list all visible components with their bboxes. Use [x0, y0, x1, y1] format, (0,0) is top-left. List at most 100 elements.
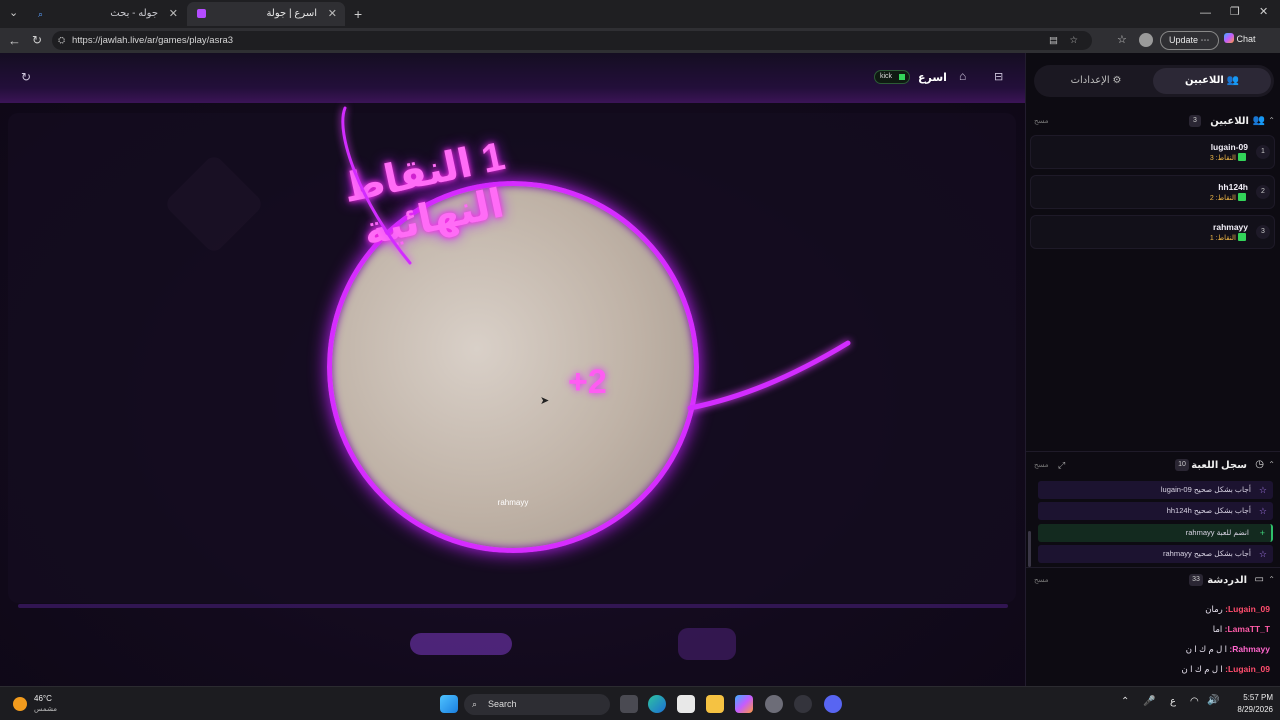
- taskbar-search[interactable]: ⌕ Search: [464, 694, 610, 715]
- background-button: [410, 633, 512, 655]
- collapse-panel-icon[interactable]: ⊟: [994, 70, 1003, 83]
- site-info-icon[interactable]: ⛭: [58, 31, 65, 50]
- background-button: [678, 628, 736, 660]
- settings-gear-icon[interactable]: [765, 695, 783, 713]
- address-bar: ← ↻ ⛭ https://jawlah.live/ar/games/play/…: [0, 28, 1280, 53]
- site-favicon-icon: [197, 9, 206, 18]
- sliders-icon: ⚙: [1112, 75, 1122, 86]
- chevron-up-icon[interactable]: ⌃: [1268, 460, 1275, 469]
- chat-bubble-icon: ▭: [1254, 574, 1264, 585]
- url-field[interactable]: ⛭ https://jawlah.live/ar/games/play/asra…: [52, 31, 1092, 50]
- update-button[interactable]: Update ⋯: [1160, 31, 1219, 50]
- chat-message: Rahmayy: ا ل م ك ا ن: [1186, 644, 1270, 655]
- kick-icon: [1238, 193, 1246, 201]
- player-card[interactable]: 3 rahmayy النقاط: 1: [1030, 215, 1275, 249]
- store-icon[interactable]: [677, 695, 695, 713]
- copilot-icon: [1224, 33, 1234, 43]
- player-rank: 3: [1256, 225, 1270, 239]
- chat-section-header: مسح ⌃ ▭ الدردشة 33: [1026, 572, 1280, 592]
- kick-icon: [899, 74, 905, 80]
- favorite-star-icon[interactable]: ☆: [1069, 31, 1078, 50]
- close-window-icon[interactable]: ✕: [1259, 7, 1268, 18]
- player-points: النقاط: 3: [1209, 155, 1236, 162]
- clear-players-button[interactable]: مسح: [1034, 117, 1049, 125]
- back-icon[interactable]: ←: [8, 34, 21, 47]
- clear-log-button[interactable]: مسح: [1034, 461, 1049, 469]
- file-explorer-icon[interactable]: [706, 695, 724, 713]
- tab-players[interactable]: اللاعبين 👥: [1153, 68, 1271, 94]
- star-icon: ☆: [1258, 549, 1267, 559]
- search-tab-icon: ⌕: [38, 9, 44, 19]
- weather-desc: مشمس: [34, 706, 57, 713]
- new-tab-icon[interactable]: +: [354, 7, 362, 21]
- player-points: النقاط: 1: [1209, 235, 1236, 242]
- chat-button[interactable]: Chat: [1216, 31, 1264, 50]
- chat-username: Rahmayy:: [1229, 644, 1270, 654]
- player-card[interactable]: 1 lugain-09 النقاط: 3: [1030, 135, 1275, 169]
- divider: [1026, 567, 1280, 568]
- expand-icon[interactable]: ⤢: [1058, 460, 1065, 471]
- tab-settings-label: الإعدادات: [1070, 75, 1110, 86]
- edge-browser-icon[interactable]: [648, 695, 666, 713]
- chat-message: Lugain_09: ا ل م ك ا ن: [1182, 664, 1270, 675]
- scrollbar[interactable]: [1028, 531, 1031, 567]
- refresh-icon[interactable]: ↻: [21, 70, 31, 84]
- reload-icon[interactable]: ↻: [32, 34, 42, 46]
- chat-username: Lugain_09:: [1225, 604, 1270, 614]
- mouse-cursor-icon: ➤: [540, 395, 550, 407]
- volume-icon[interactable]: 🔊: [1207, 695, 1219, 706]
- wifi-icon[interactable]: ◠: [1190, 696, 1199, 707]
- copilot-icon[interactable]: [735, 695, 753, 713]
- chevron-up-icon[interactable]: ⌃: [1268, 575, 1275, 584]
- log-title: سجل اللعبة: [1191, 460, 1247, 471]
- favorites-icon[interactable]: ☆: [1117, 35, 1127, 46]
- avatar[interactable]: [1139, 33, 1153, 47]
- player-card[interactable]: 2 hh124h النقاط: 2: [1030, 175, 1275, 209]
- clear-chat-button[interactable]: مسح: [1034, 576, 1049, 584]
- minimize-icon[interactable]: —: [1200, 8, 1211, 19]
- tab-game[interactable]: اسرع | جولة ✕: [187, 2, 345, 26]
- sidebar-tabs: اللاعبين 👥 الإعدادات ⚙: [1034, 65, 1274, 97]
- chat-username: LamaTT_T:: [1224, 624, 1270, 634]
- weather-icon[interactable]: [13, 697, 27, 711]
- maximize-icon[interactable]: ❐: [1230, 7, 1240, 18]
- task-view-icon[interactable]: [620, 695, 638, 713]
- player-rank: 1: [1256, 145, 1270, 159]
- discord-icon[interactable]: [824, 695, 842, 713]
- app-icon[interactable]: [794, 695, 812, 713]
- log-text: rahmayy أجاب بشكل صحيح: [1163, 549, 1251, 558]
- tab-search[interactable]: ⌕ جوله - بحث ✕: [28, 2, 186, 26]
- log-section-header: مسح ⤢ ⌃ ◷ سجل اللعبة 10: [1026, 457, 1280, 477]
- windows-start-icon[interactable]: [440, 695, 458, 713]
- users-icon: 👥: [1226, 75, 1239, 86]
- close-tab-icon[interactable]: ✕: [169, 2, 178, 26]
- language-indicator[interactable]: ع: [1170, 696, 1176, 707]
- player-name: rahmayy: [1213, 222, 1248, 232]
- tab-list-icon[interactable]: ⌄: [9, 8, 18, 19]
- game-area: ↻ ⊟ ⌂ اسرع kick rahmayy 1 النقاط النهائي…: [0, 53, 1025, 686]
- log-entry: hh124h أجاب بشكل صحيح ☆: [1038, 502, 1273, 520]
- chat-count-badge: 33: [1189, 574, 1203, 586]
- tab-bar: ⌄ ⌕ جوله - بحث ✕ اسرع | جولة ✕ + — ❐ ✕: [0, 0, 1280, 28]
- users-icon: 👥: [1252, 115, 1265, 126]
- star-icon: ☆: [1258, 485, 1267, 495]
- game-title: اسرع: [918, 72, 947, 84]
- clock-time[interactable]: 5:57 PM: [1228, 693, 1273, 702]
- history-icon: ◷: [1255, 459, 1264, 470]
- log-entry: rahmayy انضم للعبة +: [1038, 524, 1273, 542]
- chat-label: Chat: [1236, 34, 1256, 44]
- clock-date[interactable]: 8/29/2026: [1228, 705, 1273, 714]
- home-icon[interactable]: ⌂: [959, 69, 966, 83]
- chevron-up-icon[interactable]: ⌃: [1268, 116, 1275, 125]
- reading-mode-icon[interactable]: ▤: [1049, 31, 1058, 50]
- divider: [1026, 451, 1280, 452]
- kick-label: kick: [880, 73, 893, 80]
- microphone-icon[interactable]: 🎤: [1143, 696, 1155, 707]
- background-progress-bar: [18, 604, 1008, 608]
- log-text: lugain-09 أجاب بشكل صحيح: [1160, 485, 1251, 494]
- tab-settings[interactable]: الإعدادات ⚙: [1037, 68, 1155, 94]
- chevron-up-icon[interactable]: ⌃: [1121, 696, 1129, 707]
- log-text: hh124h أجاب بشكل صحيح: [1166, 506, 1251, 515]
- close-tab-icon[interactable]: ✕: [328, 2, 337, 26]
- sidebar: اللاعبين 👥 الإعدادات ⚙ مسح ⌃ 👥 اللاعبين …: [1025, 53, 1280, 686]
